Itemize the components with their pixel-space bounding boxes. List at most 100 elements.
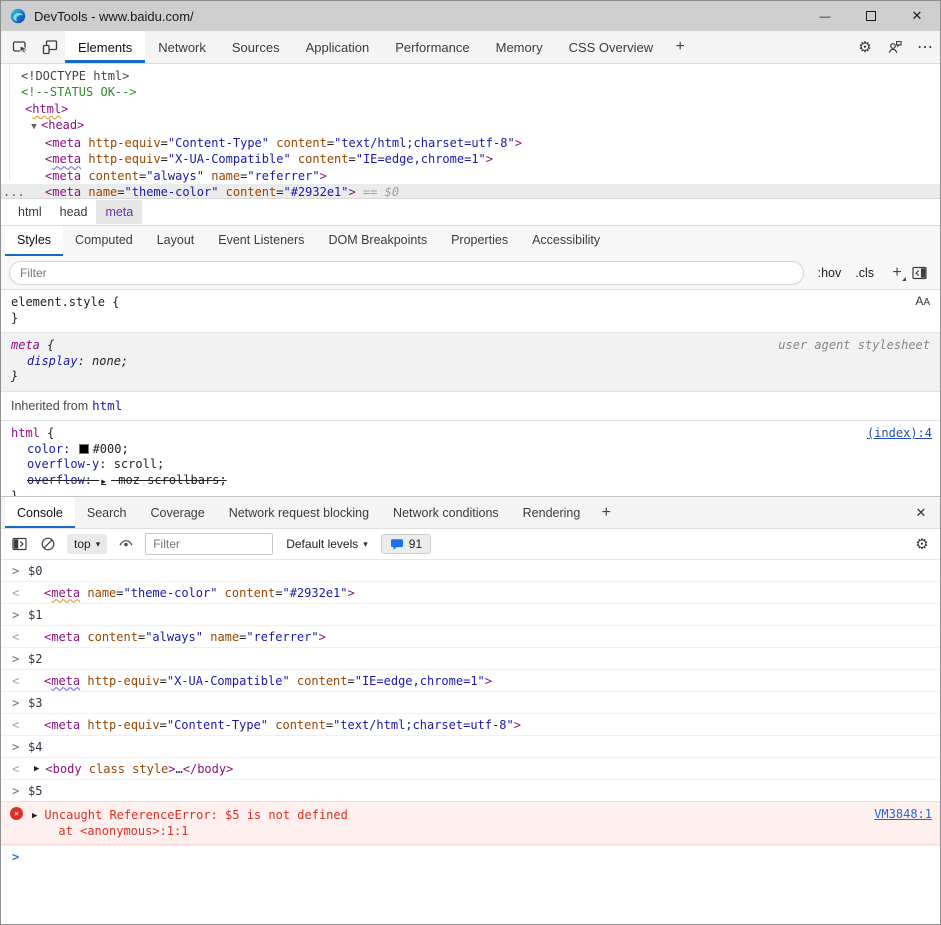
code-token: display	[27, 354, 78, 368]
toggle-pseudo-state-button[interactable]: :hov	[818, 266, 842, 280]
tab-console[interactable]: Console	[5, 497, 75, 528]
code-token: "referrer"	[246, 630, 318, 644]
node-code: <!DOCTYPE html>	[1, 68, 129, 84]
tab-coverage[interactable]: Coverage	[138, 497, 216, 528]
live-expression-eye-icon[interactable]	[116, 536, 136, 552]
maximize-button[interactable]	[848, 1, 894, 31]
styles-filter-input[interactable]	[9, 261, 804, 285]
color-swatch[interactable]	[79, 444, 89, 454]
code-token: meta	[11, 338, 40, 352]
tab-styles[interactable]: Styles	[5, 226, 63, 256]
console-result-code[interactable]: <meta name="theme-color" content="#2932e…	[44, 586, 355, 600]
code-token: <!--STATUS OK-->	[21, 85, 137, 99]
add-drawer-tab-icon[interactable]	[592, 497, 620, 528]
device-toolbar-icon[interactable]	[35, 31, 65, 63]
tab-memory[interactable]: Memory	[483, 31, 556, 63]
dom-tree-node[interactable]: <!--STATUS OK-->	[1, 84, 940, 100]
tab-accessibility[interactable]: Accessibility	[520, 226, 612, 256]
code-token: :	[63, 442, 77, 456]
expand-arrow-icon[interactable]	[27, 119, 41, 135]
dom-tree-node[interactable]: ...<meta name="theme-color" content="#29…	[1, 184, 940, 198]
tab-event-listeners[interactable]: Event Listeners	[206, 226, 316, 256]
code-token: </	[183, 762, 197, 776]
element-classes-button[interactable]: .cls	[855, 266, 874, 280]
javascript-context-selector[interactable]: top	[67, 534, 107, 554]
minimize-button[interactable]	[802, 1, 848, 31]
close-drawer-icon[interactable]	[902, 497, 940, 528]
issues-counter[interactable]: 91	[381, 534, 431, 554]
console-input-chevron-icon	[12, 740, 22, 754]
console-drawer: Console Search Coverage Network request …	[1, 496, 940, 924]
dom-tree-node[interactable]: <meta http-equiv="Content-Type" content=…	[1, 135, 940, 151]
feedback-icon[interactable]	[880, 31, 910, 63]
code-token: body	[197, 762, 226, 776]
tab-computed[interactable]: Computed	[63, 226, 145, 256]
tab-application[interactable]: Application	[293, 31, 383, 63]
titlebar: DevTools - www.baidu.com/	[1, 1, 940, 31]
tab-search[interactable]: Search	[75, 497, 139, 528]
console-result-code[interactable]: <meta content="always" name="referrer">	[44, 630, 326, 644]
error-message-line: Uncaught ReferenceError: $5 is not defin…	[44, 807, 866, 823]
code-token: style	[132, 762, 168, 776]
console-messages: $0<meta name="theme-color" content="#293…	[1, 560, 940, 924]
dom-tree-node[interactable]: <meta content="always" name="referrer">	[1, 168, 940, 184]
code-token: content	[275, 718, 326, 732]
tab-properties[interactable]: Properties	[439, 226, 520, 256]
console-result-code[interactable]: <body class style>…</body>	[45, 762, 233, 776]
code-token: class	[89, 762, 125, 776]
inspect-icon[interactable]	[5, 31, 35, 63]
element-style-rule[interactable]: element.style {}	[1, 290, 940, 333]
settings-gear-icon[interactable]	[850, 31, 880, 63]
expand-shorthand-icon[interactable]	[99, 473, 111, 487]
breadcrumb-item-html[interactable]: html	[9, 200, 51, 224]
code-token: name	[88, 185, 117, 198]
console-result-code[interactable]: <meta http-equiv="X-UA-Compatible" conte…	[44, 674, 492, 688]
close-button[interactable]	[894, 1, 940, 31]
console-input-text: $3	[28, 696, 42, 710]
console-sidebar-icon[interactable]	[9, 536, 29, 552]
console-filter-input[interactable]	[145, 533, 273, 555]
script-location-link[interactable]: VM3848:1	[874, 807, 932, 821]
new-style-rule-icon[interactable]	[888, 264, 906, 282]
tab-rendering[interactable]: Rendering	[511, 497, 593, 528]
issues-count: 91	[409, 537, 422, 551]
tab-network-request-blocking[interactable]: Network request blocking	[217, 497, 381, 528]
code-token: >	[61, 102, 68, 116]
expand-arrow-icon[interactable]	[32, 809, 37, 823]
dom-tree-node[interactable]: <html>	[1, 101, 940, 117]
dom-tree-node[interactable]: <meta http-equiv="X-UA-Compatible" conte…	[1, 151, 940, 167]
meta-user-agent-rule[interactable]: meta {display: none;} user agent stylesh…	[1, 333, 940, 392]
console-prompt-row[interactable]	[1, 845, 940, 867]
tab-layout[interactable]: Layout	[145, 226, 207, 256]
console-result-code[interactable]: <meta http-equiv="Content-Type" content=…	[44, 718, 521, 732]
dom-tree-node[interactable]: <!DOCTYPE html>	[1, 68, 940, 84]
tab-network-conditions[interactable]: Network conditions	[381, 497, 511, 528]
breadcrumb-item-head[interactable]: head	[51, 200, 97, 224]
breadcrumb-item-meta[interactable]: meta	[96, 200, 142, 224]
expand-arrow-icon[interactable]	[34, 762, 39, 776]
console-result-chevron-icon	[12, 674, 22, 688]
tab-dom-breakpoints[interactable]: DOM Breakpoints	[316, 226, 439, 256]
devtools-window: DevTools - www.baidu.com/ Elements Netwo…	[0, 0, 941, 925]
tab-css-overview[interactable]: CSS Overview	[556, 31, 667, 63]
inherited-from-node-link[interactable]: html	[92, 398, 122, 413]
add-tab-icon[interactable]	[666, 31, 694, 63]
console-settings-gear-icon[interactable]	[912, 535, 932, 553]
css-line: }	[11, 489, 930, 496]
tab-elements[interactable]: Elements	[65, 31, 145, 63]
code-token: {	[40, 338, 54, 352]
dom-tree-node[interactable]: <head>	[1, 117, 940, 135]
tab-performance[interactable]: Performance	[382, 31, 482, 63]
computed-sidebar-toggle-icon[interactable]	[906, 265, 932, 281]
html-rule[interactable]: html {color: #000;overflow-y: scroll;ove…	[1, 421, 940, 496]
tab-sources[interactable]: Sources	[219, 31, 293, 63]
font-size-icon[interactable]	[915, 294, 930, 311]
code-token: …	[176, 762, 183, 776]
log-levels-selector[interactable]: Default levels	[286, 537, 368, 551]
code-token: element.style {	[11, 295, 119, 309]
code-token: >	[77, 118, 84, 132]
tab-network[interactable]: Network	[145, 31, 219, 63]
clear-console-icon[interactable]	[38, 536, 58, 552]
stylesheet-source-link[interactable]: (index):4	[867, 426, 932, 442]
more-icon[interactable]	[910, 31, 940, 63]
